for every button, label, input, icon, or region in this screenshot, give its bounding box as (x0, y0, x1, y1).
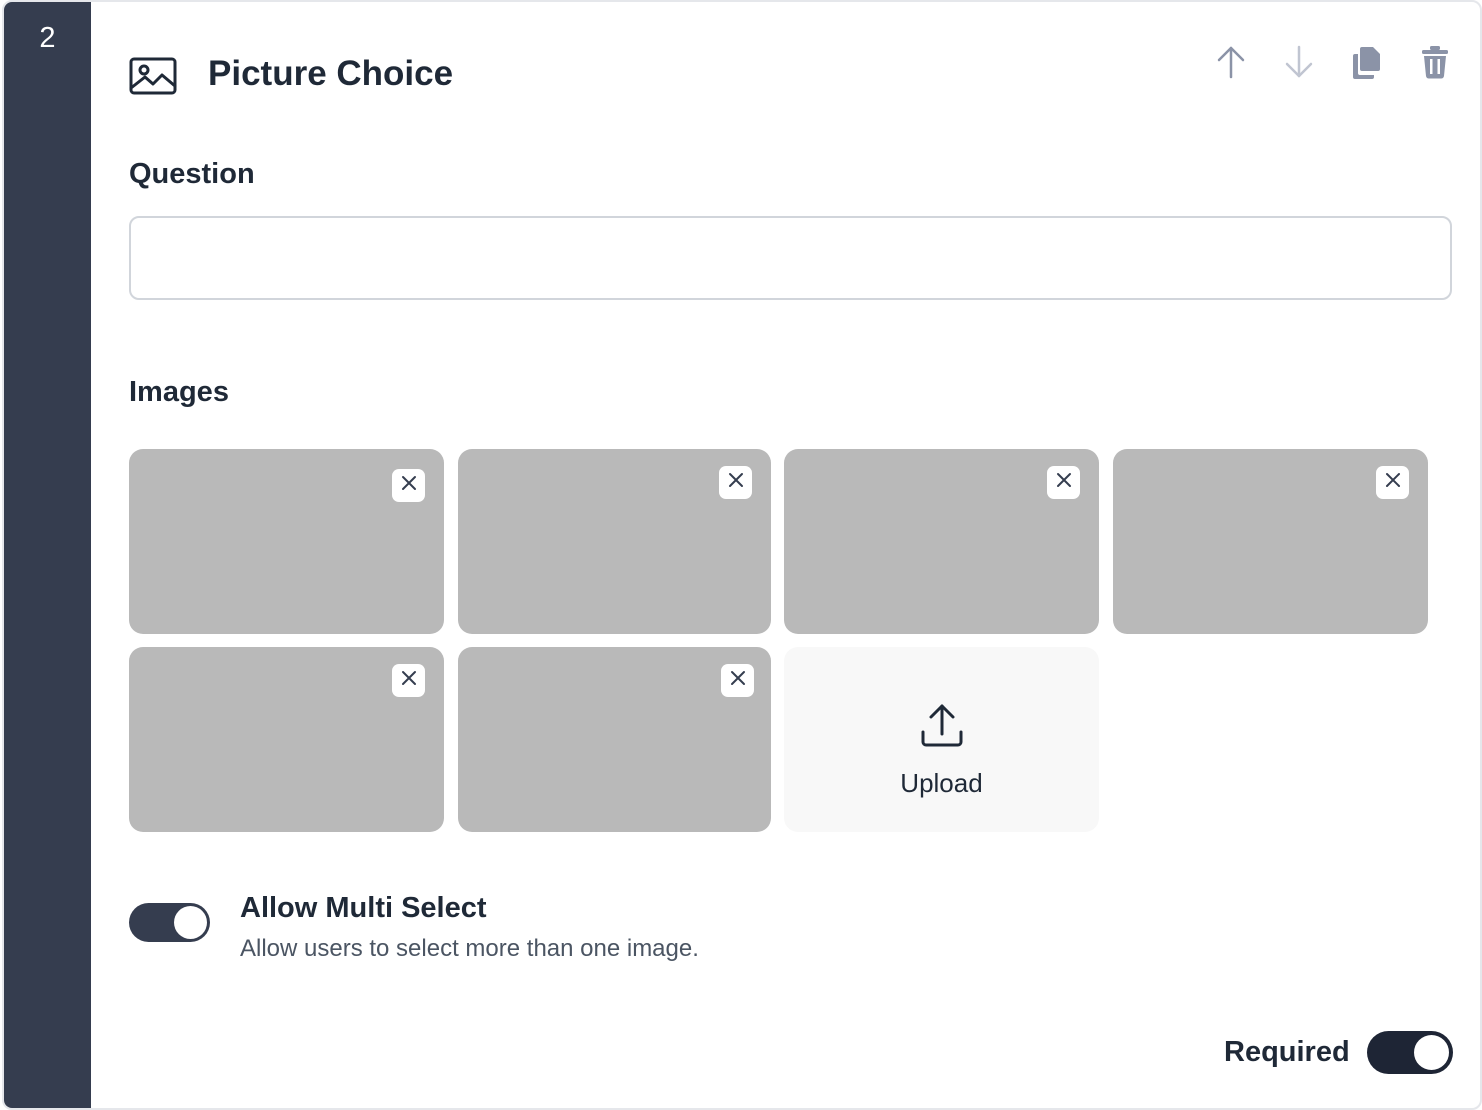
arrow-up-icon (1216, 45, 1246, 84)
arrow-down-icon (1284, 45, 1314, 84)
required-label: Required (1224, 1036, 1350, 1068)
remove-image-button[interactable] (1376, 466, 1409, 499)
image-thumbnail[interactable] (129, 449, 444, 634)
remove-image-button[interactable] (392, 469, 425, 502)
image-thumbnail[interactable] (129, 647, 444, 832)
multi-select-toggle[interactable] (129, 903, 210, 942)
multi-select-description: Allow users to select more than one imag… (240, 935, 699, 962)
required-toggle[interactable] (1367, 1031, 1453, 1074)
question-actions (1209, 42, 1457, 86)
remove-image-button[interactable] (1047, 466, 1080, 499)
question-card: 2 Picture Choice Question Images Upload … (2, 0, 1482, 1110)
close-icon (1384, 471, 1402, 494)
question-label: Question (129, 158, 255, 190)
duplicate-button[interactable] (1345, 42, 1389, 86)
upload-label: Upload (900, 768, 983, 798)
move-up-button[interactable] (1209, 42, 1253, 86)
toggle-knob (1414, 1035, 1449, 1070)
delete-button[interactable] (1413, 42, 1457, 86)
image-thumbnail[interactable] (784, 449, 1099, 634)
image-icon (129, 57, 177, 95)
upload-image-button[interactable]: Upload (784, 647, 1099, 832)
multi-select-title: Allow Multi Select (240, 892, 487, 924)
remove-image-button[interactable] (719, 466, 752, 499)
image-thumbnail[interactable] (458, 449, 771, 634)
toggle-knob (174, 906, 207, 939)
trash-icon (1421, 45, 1449, 84)
question-number: 2 (39, 22, 56, 54)
question-type-title: Picture Choice (208, 54, 454, 93)
move-down-button[interactable] (1277, 42, 1321, 86)
image-thumbnail[interactable] (458, 647, 771, 832)
close-icon (727, 471, 745, 494)
upload-icon (920, 702, 964, 753)
close-icon (1055, 471, 1073, 494)
copy-icon (1352, 45, 1382, 84)
remove-image-button[interactable] (721, 664, 754, 697)
remove-image-button[interactable] (392, 664, 425, 697)
close-icon (400, 669, 418, 692)
close-icon (400, 474, 418, 497)
close-icon (729, 669, 747, 692)
question-input[interactable] (129, 216, 1452, 300)
image-thumbnail[interactable] (1113, 449, 1428, 634)
question-number-rail: 2 (4, 2, 91, 1108)
images-label: Images (129, 376, 229, 408)
